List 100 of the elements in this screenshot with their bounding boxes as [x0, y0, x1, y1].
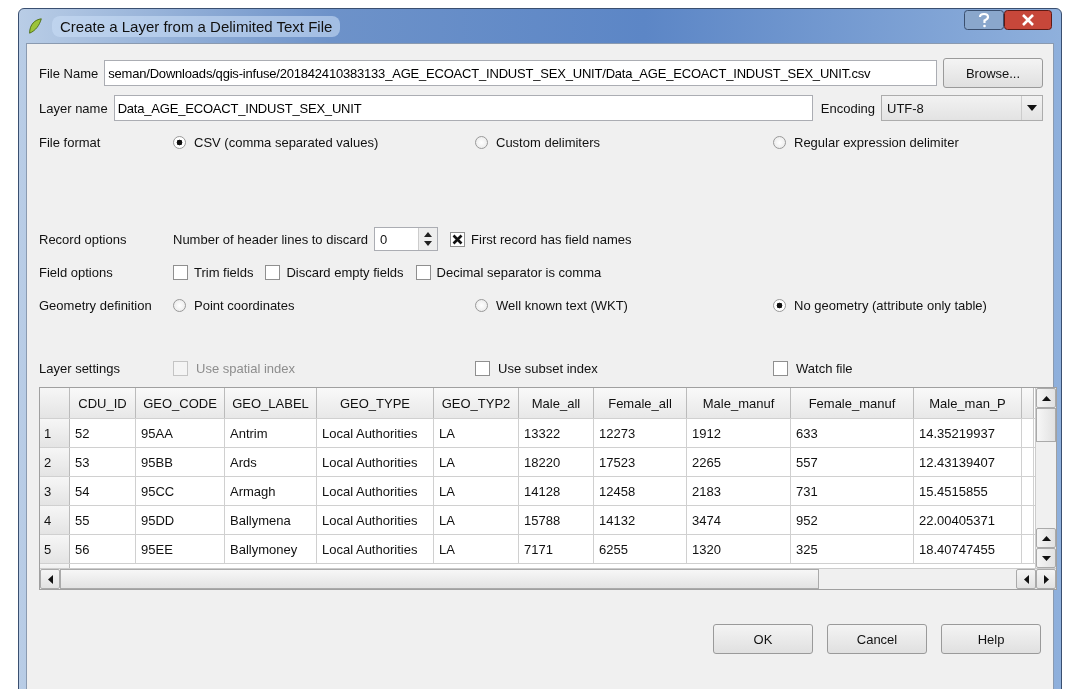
- radio-button[interactable]: [773, 298, 786, 312]
- field-label: File Name: [39, 65, 99, 81]
- column-header[interactable]: Female_manuf: [791, 388, 914, 418]
- table-cell: Local Authorities: [317, 535, 434, 563]
- checkbox-label: Discard empty fields: [286, 264, 404, 280]
- browse-button[interactable]: Browse...: [943, 58, 1043, 88]
- row-header[interactable]: 2: [40, 448, 70, 476]
- table-cell: LA: [434, 448, 519, 476]
- table-cell: Armagh: [225, 477, 317, 505]
- scroll-thumb[interactable]: [1036, 408, 1056, 442]
- table-cell: Local Authorities: [317, 419, 434, 447]
- row-header[interactable]: 4: [40, 506, 70, 534]
- row-header[interactable]: 1: [40, 419, 70, 447]
- table-cell: 731: [791, 477, 914, 505]
- section-label: Field options: [39, 264, 114, 280]
- leaf-icon: [26, 17, 44, 35]
- column-header[interactable]: GEO_TYP2: [434, 388, 519, 418]
- column-header[interactable]: CDU_ID: [70, 388, 136, 418]
- option-label: CSV (comma separated values): [194, 134, 379, 150]
- field-label: Encoding: [820, 100, 875, 116]
- table-cell: 52: [70, 419, 136, 447]
- field-label: Number of header lines to discard: [173, 231, 369, 247]
- table-cell: Local Authorities: [317, 448, 434, 476]
- checkbox[interactable]: [173, 264, 188, 280]
- table-cell: 95EE: [136, 535, 225, 563]
- table-cell: 15788: [519, 506, 594, 534]
- table-cell: 14132: [594, 506, 687, 534]
- table-cell: 12458: [594, 477, 687, 505]
- scroll-up-icon: [1041, 395, 1051, 401]
- table-cell: 14128: [519, 477, 594, 505]
- radio-button[interactable]: [173, 135, 186, 149]
- radio-button[interactable]: [475, 135, 488, 149]
- horizontal-scrollbar[interactable]: [40, 568, 1056, 589]
- section-label: Record options: [39, 231, 128, 247]
- row-header[interactable]: 3: [40, 477, 70, 505]
- dialog-button[interactable]: OK: [713, 624, 813, 654]
- encoding-dropdown[interactable]: UTF-8: [881, 95, 1043, 121]
- checkbox-label: Use spatial index: [196, 360, 295, 376]
- column-header[interactable]: Female_all: [594, 388, 687, 418]
- header-lines-spinbox[interactable]: 0: [374, 227, 439, 251]
- row-header[interactable]: 5: [40, 535, 70, 563]
- checkbox-label: Trim fields: [194, 264, 254, 280]
- table-cell: 17523: [594, 448, 687, 476]
- table-cell: Ballymoney: [225, 535, 317, 563]
- table-cell: Antrim: [225, 419, 317, 447]
- table-cell: 18.40747455: [914, 535, 1022, 563]
- checkbox-label: Watch file: [796, 360, 853, 376]
- table-cell: 56: [70, 535, 136, 563]
- table-cell: 22.00405371: [914, 506, 1022, 534]
- checkbox[interactable]: [415, 264, 431, 280]
- table-cell: 1320: [687, 535, 791, 563]
- scroll-thumb[interactable]: [60, 569, 819, 589]
- column-header[interactable]: GEO_LABEL: [225, 388, 317, 418]
- scroll-down-icon: [1041, 555, 1051, 561]
- table-cell: Ards: [225, 448, 317, 476]
- table-corner[interactable]: [40, 388, 70, 418]
- table-cell: 2265: [687, 448, 791, 476]
- dialog-button[interactable]: Help: [941, 624, 1041, 654]
- table-cell: 3474: [687, 506, 791, 534]
- table-cell: 13322: [519, 419, 594, 447]
- checkbox[interactable]: [265, 264, 281, 280]
- section-label: Geometry definition: [39, 297, 153, 313]
- column-header[interactable]: GEO_TYPE: [317, 388, 434, 418]
- column-header[interactable]: Male_man_P: [914, 388, 1022, 418]
- table-cell: 12.43139407: [914, 448, 1022, 476]
- checkbox[interactable]: [450, 231, 466, 247]
- table-cell: 12273: [594, 419, 687, 447]
- window-title: Create a Layer from a Delimited Text File: [52, 15, 341, 37]
- layer-name-field[interactable]: Data_AGE_ECOACT_INDUST_SEX_UNIT: [113, 95, 813, 121]
- radio-button[interactable]: [475, 298, 488, 312]
- option-label: Well known text (WKT): [496, 297, 628, 313]
- vertical-scrollbar[interactable]: [1035, 388, 1056, 568]
- option-label: Custom delimiters: [496, 134, 601, 150]
- checkbox[interactable]: [773, 360, 788, 376]
- table-cell: 95BB: [136, 448, 225, 476]
- column-header[interactable]: [1022, 388, 1034, 418]
- spin-arrows-icon: [423, 230, 434, 248]
- section-label: Layer settings: [39, 360, 121, 376]
- field-label: Layer name: [39, 100, 108, 116]
- scroll-up-icon: [1041, 535, 1051, 541]
- radio-button[interactable]: [173, 298, 186, 312]
- checkbox[interactable]: [475, 360, 490, 376]
- table-cell: Local Authorities: [317, 506, 434, 534]
- table-cell: Ballymena: [225, 506, 317, 534]
- close-icon[interactable]: [1004, 9, 1052, 31]
- table-cell: 557: [791, 448, 914, 476]
- table-cell: Local Authorities: [317, 477, 434, 505]
- checkbox-label: First record has field names: [471, 231, 632, 247]
- dialog-button[interactable]: Cancel: [827, 624, 927, 654]
- table-cell: 95CC: [136, 477, 225, 505]
- table-cell: 7171: [519, 535, 594, 563]
- column-header[interactable]: Male_manuf: [687, 388, 791, 418]
- file-name-field[interactable]: seman/Downloads/qgis-infuse/201842410383133_AGE_ECOACT_INDUST_SEX_UNIT/Data_AGE_ECOACT_INDUST_SEX_UNIT.csv: [104, 60, 937, 86]
- column-header[interactable]: Male_all: [519, 388, 594, 418]
- column-header[interactable]: GEO_CODE: [136, 388, 225, 418]
- option-label: No geometry (attribute only table): [794, 297, 987, 313]
- checkbox-label: Decimal separator is comma: [436, 264, 602, 280]
- scroll-left-icon: [47, 574, 53, 584]
- radio-button[interactable]: [773, 135, 786, 149]
- help-icon[interactable]: [964, 9, 1004, 31]
